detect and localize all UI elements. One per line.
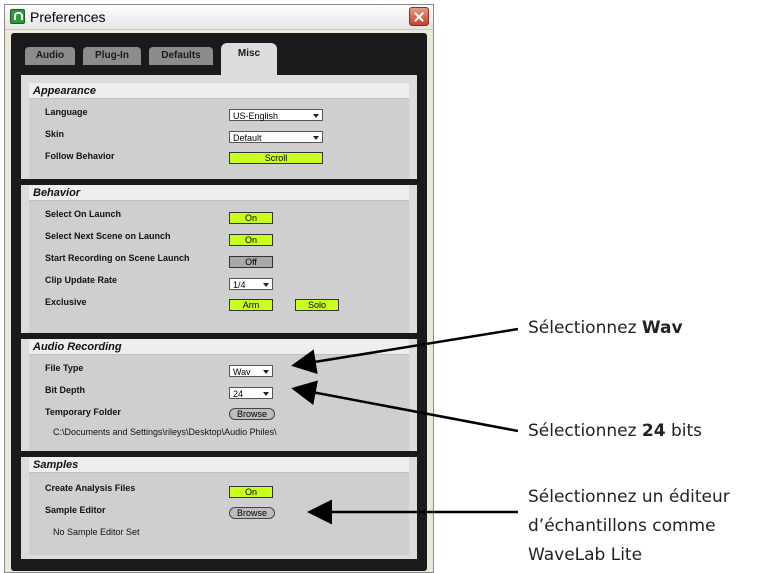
wav-arrow [291,327,519,375]
annotation-sample-editor: Sélectionnez un éditeur d’échantillons c… [528,487,730,565]
bits-arrow [291,380,519,433]
annotation-bits: Sélectionnez 24 bits [528,421,703,441]
annotation-wav: Sélectionnez Wav [528,318,683,338]
